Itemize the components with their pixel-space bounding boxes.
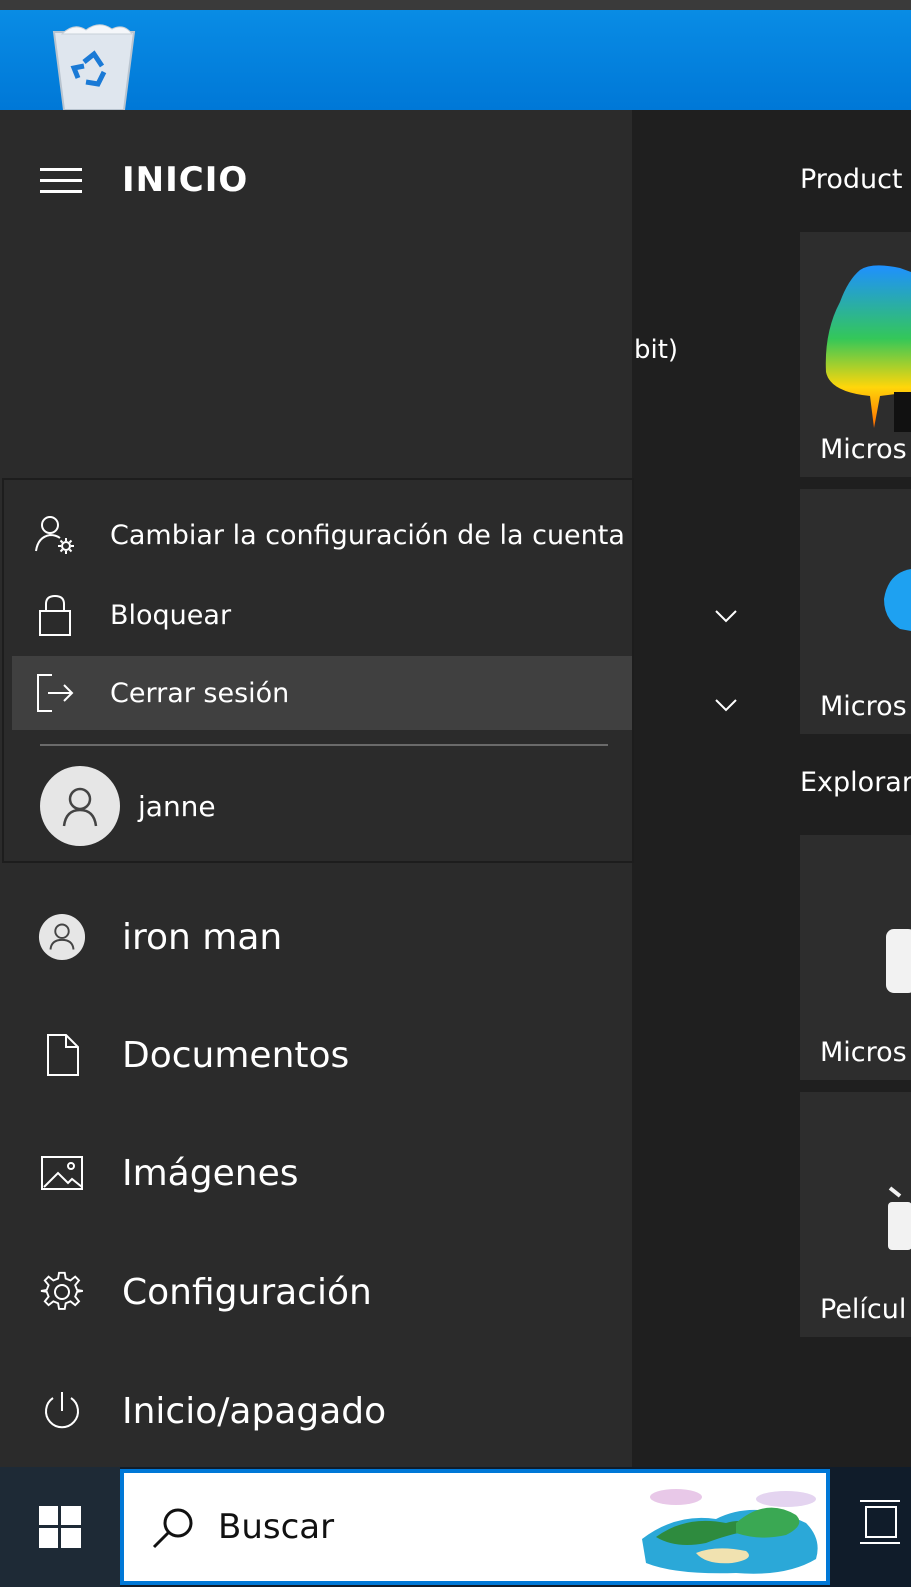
app-list-item-partial[interactable]: bit) — [634, 335, 678, 365]
lock-label: Bloquear — [110, 599, 232, 631]
recycle-bin-icon[interactable] — [44, 20, 144, 110]
app-tile[interactable]: Micros — [800, 232, 911, 477]
edge-icon — [884, 569, 911, 631]
nav-item-label: Documentos — [122, 1034, 350, 1076]
account-flyout: Cambiar la configuración de la cuenta Bl… — [2, 478, 634, 863]
window-edge — [0, 0, 911, 10]
gear-icon — [40, 1271, 83, 1310]
change-account-settings-item[interactable]: Cambiar la configuración de la cuenta — [12, 498, 632, 572]
tile-group-label: Product — [800, 164, 903, 195]
nav-item-user[interactable]: iron man — [0, 892, 632, 982]
tile-label: Micros — [820, 691, 907, 722]
search-highlight-illustration-icon — [642, 1489, 818, 1574]
hamburger-menu-button[interactable] — [40, 166, 84, 196]
switch-user-item[interactable]: janne — [40, 766, 216, 846]
nav-item-documents[interactable]: Documentos — [0, 1010, 632, 1100]
sign-out-icon — [37, 674, 74, 712]
taskbar-search-box[interactable] — [120, 1469, 830, 1585]
tile-group-label: Explorar — [800, 767, 911, 798]
pictures-icon — [41, 1156, 83, 1190]
app-tile[interactable]: Películ — [800, 1092, 911, 1337]
movies-icon — [888, 1186, 911, 1250]
nav-item-label: Imágenes — [122, 1152, 299, 1194]
user-avatar-icon — [38, 913, 86, 961]
desktop-background — [0, 0, 911, 110]
chevron-down-icon[interactable] — [712, 695, 740, 715]
account-settings-icon — [35, 516, 74, 554]
taskbar — [0, 1467, 911, 1587]
avatar — [40, 766, 120, 846]
other-user-name: janne — [138, 789, 216, 823]
nav-item-label: Inicio/apagado — [122, 1390, 387, 1432]
app-tile[interactable]: Micros — [800, 835, 911, 1080]
start-menu-app-list — [632, 110, 800, 1467]
document-icon — [47, 1034, 79, 1076]
nav-item-settings[interactable]: Configuración — [0, 1247, 632, 1337]
lock-icon — [39, 594, 71, 636]
nav-item-label: iron man — [122, 916, 283, 958]
start-button[interactable] — [0, 1467, 120, 1587]
store-icon — [886, 929, 911, 993]
tile-label: Micros — [820, 434, 907, 465]
app-tile[interactable]: Micros — [800, 489, 911, 734]
task-view-icon[interactable] — [860, 1493, 900, 1553]
nav-item-power[interactable]: Inicio/apagado — [0, 1366, 632, 1456]
power-icon — [45, 1392, 79, 1429]
tile-label: Películ — [820, 1294, 907, 1325]
windows-logo-icon — [39, 1506, 81, 1548]
chevron-down-icon[interactable] — [712, 606, 740, 626]
change-account-settings-label: Cambiar la configuración de la cuenta — [110, 519, 625, 551]
nav-item-pictures[interactable]: Imágenes — [0, 1128, 632, 1218]
sign-out-label: Cerrar sesión — [110, 677, 290, 709]
nav-item-label: Configuración — [122, 1271, 372, 1313]
sign-out-item[interactable]: Cerrar sesión — [12, 656, 632, 730]
tile-label: Micros — [820, 1037, 907, 1068]
search-icon — [152, 1508, 193, 1549]
user-icon — [62, 787, 98, 827]
start-menu-title: INICIO — [122, 160, 249, 200]
lock-item[interactable]: Bloquear — [12, 578, 632, 652]
copilot-icon — [825, 265, 911, 432]
divider — [40, 744, 608, 746]
search-input[interactable] — [218, 1497, 618, 1557]
